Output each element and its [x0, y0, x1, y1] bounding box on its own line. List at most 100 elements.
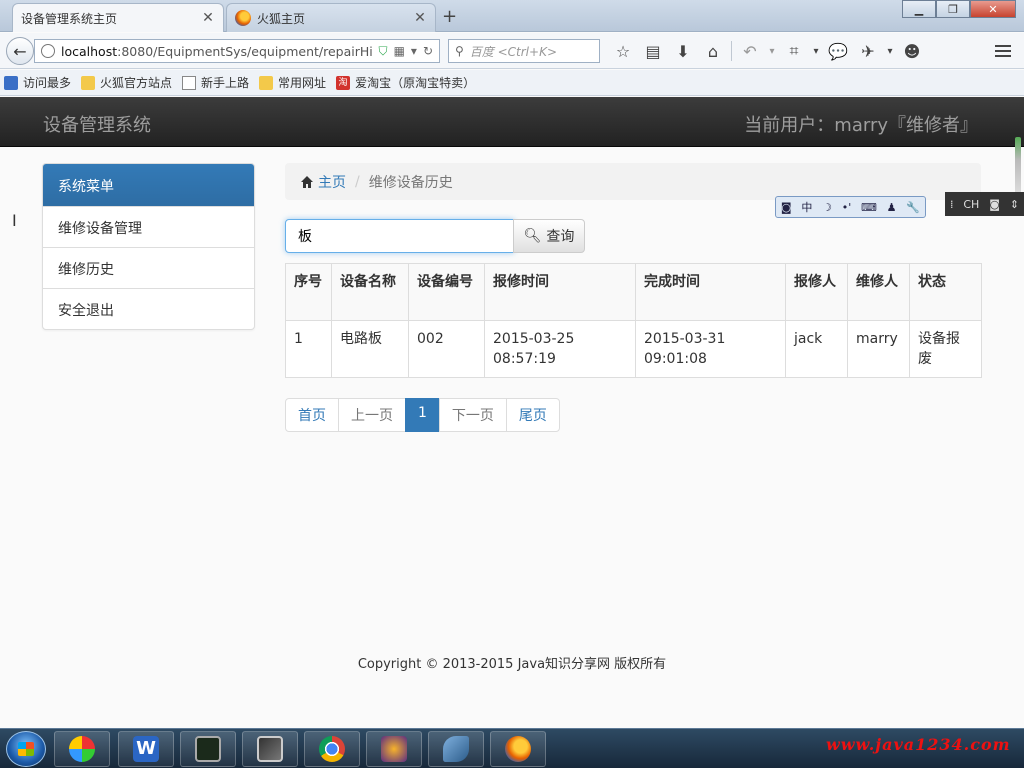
taskbar-app-wps[interactable]: W — [118, 731, 174, 767]
bookmark-taobao[interactable]: 淘爱淘宝（原淘宝特卖） — [336, 74, 475, 91]
dropdown-arrow-icon[interactable]: ▾ — [883, 39, 897, 63]
cell-report-time: 2015-03-25 08:57:19 — [484, 320, 636, 378]
cell-repairer: marry — [847, 320, 910, 378]
tab-firefox-home[interactable]: 火狐主页 ✕ — [226, 3, 436, 32]
watermark-text: www.java1234.com — [826, 735, 1011, 754]
punctuation-icon[interactable]: •' — [842, 201, 852, 214]
table-header-row: 序号 设备名称 设备编号 报修时间 完成时间 报修人 维修人 状态 — [285, 263, 982, 321]
column-header: 序号 — [285, 263, 332, 321]
new-tab-button[interactable]: + — [442, 6, 457, 27]
expand-arrows-icon[interactable]: ⇕ — [1010, 198, 1019, 211]
moon-icon[interactable]: ☽ — [822, 201, 832, 214]
browser-tab-bar: 设备管理系统主页 ✕ 火狐主页 ✕ + ▁ ❐ ✕ — [0, 0, 1024, 32]
bookmark-most-visited[interactable]: 访问最多 — [4, 74, 71, 91]
bookmark-common-sites[interactable]: 常用网址 — [259, 74, 326, 91]
browser-navigation-bar: ← localhost:8080/EquipmentSys/equipment/… — [0, 33, 1024, 69]
keyboard-icon[interactable]: ⌨ — [861, 201, 877, 214]
query-button[interactable]: 🔍︎ 查询 — [513, 219, 585, 253]
search-icon: 🔍︎ — [523, 228, 542, 244]
firefox-icon — [505, 736, 531, 762]
column-header: 维修人 — [847, 263, 910, 321]
taskbar-app-tool[interactable] — [242, 731, 298, 767]
home-icon[interactable]: ⌂ — [698, 39, 728, 63]
wrench-icon[interactable]: 🔧 — [906, 201, 920, 214]
smiley-icon[interactable]: ☻ — [897, 39, 927, 63]
page-first[interactable]: 首页 — [285, 398, 339, 432]
bookmark-firefox-official[interactable]: 火狐官方站点 — [81, 74, 172, 91]
page-icon — [182, 75, 197, 90]
taobao-icon: 淘 — [336, 75, 351, 90]
table-row: 1 电路板 002 2015-03-25 08:57:19 2015-03-31… — [285, 320, 982, 378]
reload-icon[interactable]: ↻ — [423, 44, 433, 58]
taskbar-app-mysql[interactable] — [428, 731, 484, 767]
start-button[interactable] — [6, 731, 46, 767]
minimize-button[interactable]: ▁ — [902, 0, 936, 18]
bookmarks-toolbar: 访问最多 火狐官方站点 新手上路 常用网址 淘爱淘宝（原淘宝特卖） — [0, 70, 1024, 96]
shield-icon[interactable]: ⛉ — [379, 44, 388, 59]
page-footer: Copyright © 2013-2015 Java知识分享网 版权所有 — [357, 657, 667, 672]
query-button-label: 查询 — [546, 229, 575, 245]
chrome-icon — [319, 736, 345, 762]
close-tab-icon[interactable]: ✕ — [413, 10, 427, 26]
page-next[interactable]: 下一页 — [438, 398, 507, 432]
bookmark-getting-started[interactable]: 新手上路 — [182, 74, 249, 91]
ime-logo-icon[interactable]: ◙ — [989, 198, 1000, 211]
chat-icon[interactable]: 💬 — [823, 39, 853, 63]
close-window-button[interactable]: ✕ — [970, 0, 1016, 18]
ime-language-toggle[interactable]: 中 — [801, 199, 812, 215]
sidebar-menu: 系统菜单 维修设备管理 维修历史 安全退出 — [42, 163, 255, 330]
sidebar-item-repair-history[interactable]: 维修历史 — [43, 247, 254, 288]
page-prev[interactable]: 上一页 — [338, 398, 406, 432]
download-icon[interactable]: ⬇ — [668, 39, 698, 63]
taskbar-app-firefox[interactable] — [490, 731, 546, 767]
dropdown-arrow-icon[interactable]: ▾ — [411, 44, 417, 58]
sidebar-item-logout[interactable]: 安全退出 — [43, 288, 254, 329]
page-current[interactable]: 1 — [405, 398, 440, 432]
breadcrumb-separator: / — [355, 173, 360, 190]
search-placeholder: 百度 <Ctrl+K> — [469, 44, 557, 59]
qr-code-icon[interactable]: ▦ — [394, 44, 405, 58]
bookmark-star-icon[interactable]: ☆ — [608, 39, 638, 63]
dropdown-arrow-icon[interactable]: ▾ — [765, 39, 779, 63]
address-bar[interactable]: localhost:8080/EquipmentSys/equipment/re… — [34, 39, 440, 63]
user-icon[interactable]: ♟ — [887, 201, 897, 214]
menu-button[interactable] — [990, 39, 1016, 63]
maximize-button[interactable]: ❐ — [936, 0, 970, 18]
current-user-label: 当前用户：marry『维修者』 — [744, 115, 978, 136]
app-brand[interactable]: 设备管理系统 — [43, 111, 151, 137]
taskbar-app-terminal[interactable] — [180, 731, 236, 767]
sidebar-item-repair-management[interactable]: 维修设备管理 — [43, 206, 254, 247]
mouse-gesture-icon[interactable]: ✈ — [853, 39, 883, 63]
folder-icon — [81, 75, 96, 90]
column-header: 报修人 — [785, 263, 848, 321]
back-button[interactable]: ← — [6, 37, 34, 65]
cell-equipment-number: 002 — [408, 320, 485, 378]
ime-language-code[interactable]: CH — [963, 198, 979, 211]
cell-status: 设备报废 — [909, 320, 982, 378]
page-last[interactable]: 尾页 — [505, 398, 560, 432]
tab-equipment-home[interactable]: 设备管理系统主页 ✕ — [12, 3, 224, 32]
dropdown-arrow-icon[interactable]: ▾ — [809, 39, 823, 63]
taskbar-app-pinwheel[interactable] — [54, 731, 110, 767]
eclipse-ide-icon — [381, 736, 407, 762]
ime-logo-icon[interactable]: ◙ — [781, 201, 792, 214]
search-bar[interactable]: ⚲ 百度 <Ctrl+K> — [448, 39, 600, 63]
reading-list-icon[interactable]: ▤ — [638, 39, 668, 63]
grip-icon[interactable]: ⁞ — [950, 198, 954, 211]
toolbar-icons: ☆ ▤ ⬇ ⌂ ↶ ▾ ⌗ ▾ 💬 ✈ ▾ ☻ — [608, 39, 927, 63]
taskbar-app-chrome[interactable] — [304, 731, 360, 767]
ime-toolbar: ◙ 中 ☽ •' ⌨ ♟ 🔧 — [775, 196, 926, 218]
search-input[interactable] — [285, 219, 514, 253]
cell-equipment-name: 电路板 — [331, 320, 409, 378]
app-navbar: 设备管理系统 当前用户：marry『维修者』 — [0, 97, 1024, 147]
breadcrumb-home-link[interactable]: 主页 — [318, 172, 346, 192]
undo-icon[interactable]: ↶ — [735, 39, 765, 63]
column-header: 设备名称 — [331, 263, 409, 321]
text-cursor-icon: I — [12, 211, 17, 230]
search-icon: ⚲ — [455, 44, 464, 58]
ime-language-bar: ⁞ CH ◙ ⇕ — [945, 192, 1024, 216]
folder-icon — [259, 75, 274, 90]
crop-icon[interactable]: ⌗ — [779, 39, 809, 63]
taskbar-app-eclipse[interactable] — [366, 731, 422, 767]
close-tab-icon[interactable]: ✕ — [201, 10, 215, 26]
